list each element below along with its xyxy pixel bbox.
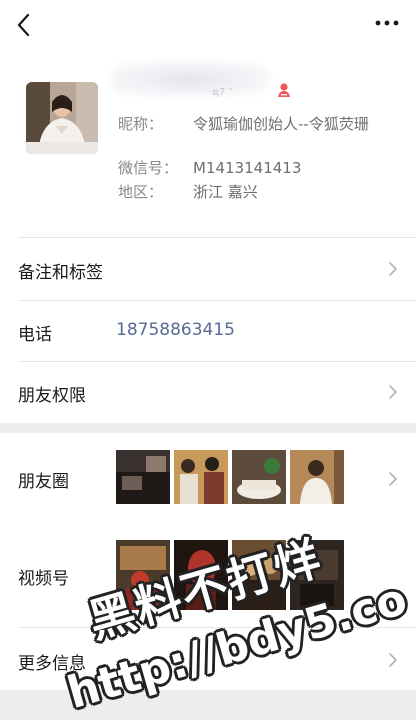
- region-row: 地区： 浙江 嘉兴: [118, 182, 408, 204]
- remark-tags-cell[interactable]: 备注和标签: [0, 238, 416, 300]
- wechat-id-label: 微信号：: [118, 159, 179, 177]
- remark-tags-label: 备注和标签: [18, 263, 103, 283]
- channels-photo: [116, 540, 170, 610]
- region-label: 地区：: [118, 183, 164, 201]
- moments-photo: [116, 450, 170, 504]
- nickname-value: 令狐瑜伽创始人--令狐荧珊: [193, 115, 369, 133]
- bottom-gap: [0, 690, 416, 720]
- moments-cell[interactable]: 朋友圈: [0, 433, 416, 525]
- name-badge: ຊ7 ᐪ: [212, 87, 233, 98]
- chevron-right-icon: [389, 653, 397, 667]
- more-dots-icon[interactable]: [374, 18, 400, 28]
- top-bar: [0, 0, 416, 50]
- channels-label: 视频号: [18, 569, 69, 589]
- avatar[interactable]: [26, 82, 98, 154]
- more-info-label: 更多信息: [18, 654, 86, 674]
- nickname-row: 昵称： 令狐瑜伽创始人--令狐荧珊: [118, 114, 408, 158]
- phone-label: 电话: [18, 325, 52, 345]
- chevron-right-icon: [389, 262, 397, 276]
- moments-label: 朋友圈: [18, 472, 69, 492]
- channels-photo: [174, 540, 228, 610]
- moments-photo: [232, 450, 286, 504]
- chevron-right-icon: [389, 385, 397, 399]
- friend-permissions-label: 朋友权限: [18, 386, 86, 406]
- channels-thumbnails: [116, 540, 356, 610]
- wechat-id-row: 微信号： M1413141413: [118, 158, 408, 180]
- channels-cell[interactable]: 视频号: [0, 526, 416, 626]
- back-arrow-icon[interactable]: [14, 12, 36, 38]
- profile-header: ຊ7 ᐪ 昵称： 令狐瑜伽创始人--令狐荧珊 微信号： M1413141413 …: [0, 60, 416, 238]
- moments-photo: [290, 450, 344, 504]
- moments-thumbnails: [116, 450, 356, 504]
- blurred-name-area: [110, 62, 270, 96]
- friend-permissions-cell[interactable]: 朋友权限: [0, 362, 416, 422]
- phone-number-link[interactable]: 18758863415: [116, 320, 235, 340]
- female-icon: [278, 83, 290, 97]
- channels-photo: [232, 540, 286, 610]
- moments-photo: [174, 450, 228, 504]
- phone-cell: 电话 18758863415: [0, 301, 416, 361]
- chevron-right-icon: [389, 472, 397, 486]
- channels-photo: [290, 540, 344, 610]
- more-info-cell[interactable]: 更多信息: [0, 628, 416, 690]
- nickname-label: 昵称：: [118, 115, 164, 133]
- region-value: 浙江 嘉兴: [193, 183, 258, 201]
- wechat-id-value[interactable]: M1413141413: [193, 158, 393, 178]
- section-gap: [0, 423, 416, 433]
